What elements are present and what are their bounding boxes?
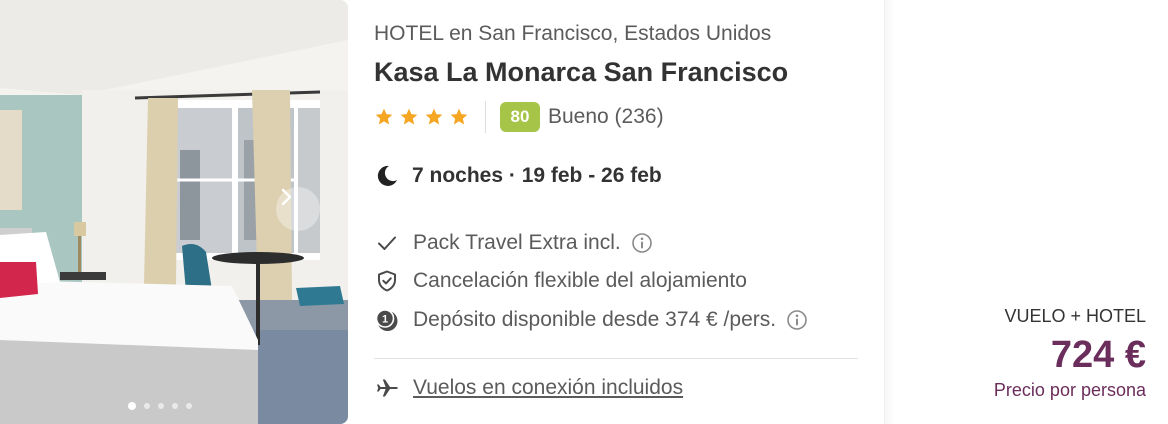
carousel-dot[interactable] bbox=[144, 403, 150, 409]
carousel-next-button[interactable] bbox=[276, 187, 320, 231]
feature-deposit: 1 Depósito disponible desde 374 € /pers. bbox=[374, 305, 808, 335]
star-icon bbox=[400, 108, 418, 125]
info-icon[interactable] bbox=[631, 232, 653, 254]
star-icon bbox=[425, 108, 443, 125]
svg-text:1: 1 bbox=[382, 314, 388, 326]
check-icon bbox=[378, 236, 396, 250]
stay-dates: 7 noches · 19 feb - 26 feb bbox=[374, 163, 662, 189]
hotel-location: HOTEL en San Francisco, Estados Unidos bbox=[374, 22, 772, 45]
feature-text: Depósito disponible desde 374 € /pers. bbox=[413, 308, 777, 331]
feature-travel-extra: Pack Travel Extra incl. bbox=[374, 228, 653, 258]
carousel-dot[interactable] bbox=[128, 402, 136, 410]
hotel-result-card[interactable]: HOTEL en San Francisco, Estados Unidos K… bbox=[0, 0, 1168, 424]
rating-row: 80 Bueno (236) bbox=[374, 101, 664, 133]
divider bbox=[374, 358, 858, 359]
stay-dates-text: 7 noches · 19 feb - 26 feb bbox=[412, 164, 662, 187]
carousel-indicators bbox=[128, 402, 192, 410]
hotel-name[interactable]: Kasa La Monarca San Francisco bbox=[374, 57, 788, 88]
divider bbox=[485, 101, 486, 133]
score-badge: 80 bbox=[500, 102, 540, 132]
chevron-right-icon bbox=[281, 188, 292, 206]
carousel-dot[interactable] bbox=[186, 403, 192, 409]
hotel-photo-carousel[interactable] bbox=[0, 0, 348, 424]
feature-text: Cancelación flexible del alojamiento bbox=[413, 269, 747, 292]
connecting-flights-text[interactable]: Vuelos en conexión incluidos bbox=[413, 376, 683, 400]
package-type-label: VUELO + HOTEL bbox=[1004, 306, 1146, 326]
hotel-info: HOTEL en San Francisco, Estados Unidos K… bbox=[374, 0, 860, 424]
price-panel[interactable]: VUELO + HOTEL 724 € Precio por persona bbox=[884, 0, 1168, 424]
carousel-dot[interactable] bbox=[172, 403, 178, 409]
info-icon[interactable] bbox=[786, 309, 808, 331]
deposit-icon: 1 bbox=[375, 309, 398, 331]
connecting-flights-link[interactable]: Vuelos en conexión incluidos bbox=[374, 373, 683, 403]
price-note: Precio por persona bbox=[993, 380, 1146, 400]
price-amount: 724 € bbox=[1050, 334, 1146, 376]
review-summary[interactable]: Bueno (236) bbox=[548, 105, 664, 129]
star-icon bbox=[450, 108, 468, 125]
feature-flexible-cancellation: Cancelación flexible del alojamiento bbox=[374, 266, 747, 296]
feature-text: Pack Travel Extra incl. bbox=[413, 231, 621, 254]
star-rating bbox=[374, 107, 469, 127]
airplane-icon bbox=[377, 379, 398, 397]
moon-icon bbox=[377, 165, 397, 186]
carousel-dot[interactable] bbox=[158, 403, 164, 409]
shield-check-icon bbox=[378, 270, 396, 292]
star-icon bbox=[375, 108, 393, 125]
